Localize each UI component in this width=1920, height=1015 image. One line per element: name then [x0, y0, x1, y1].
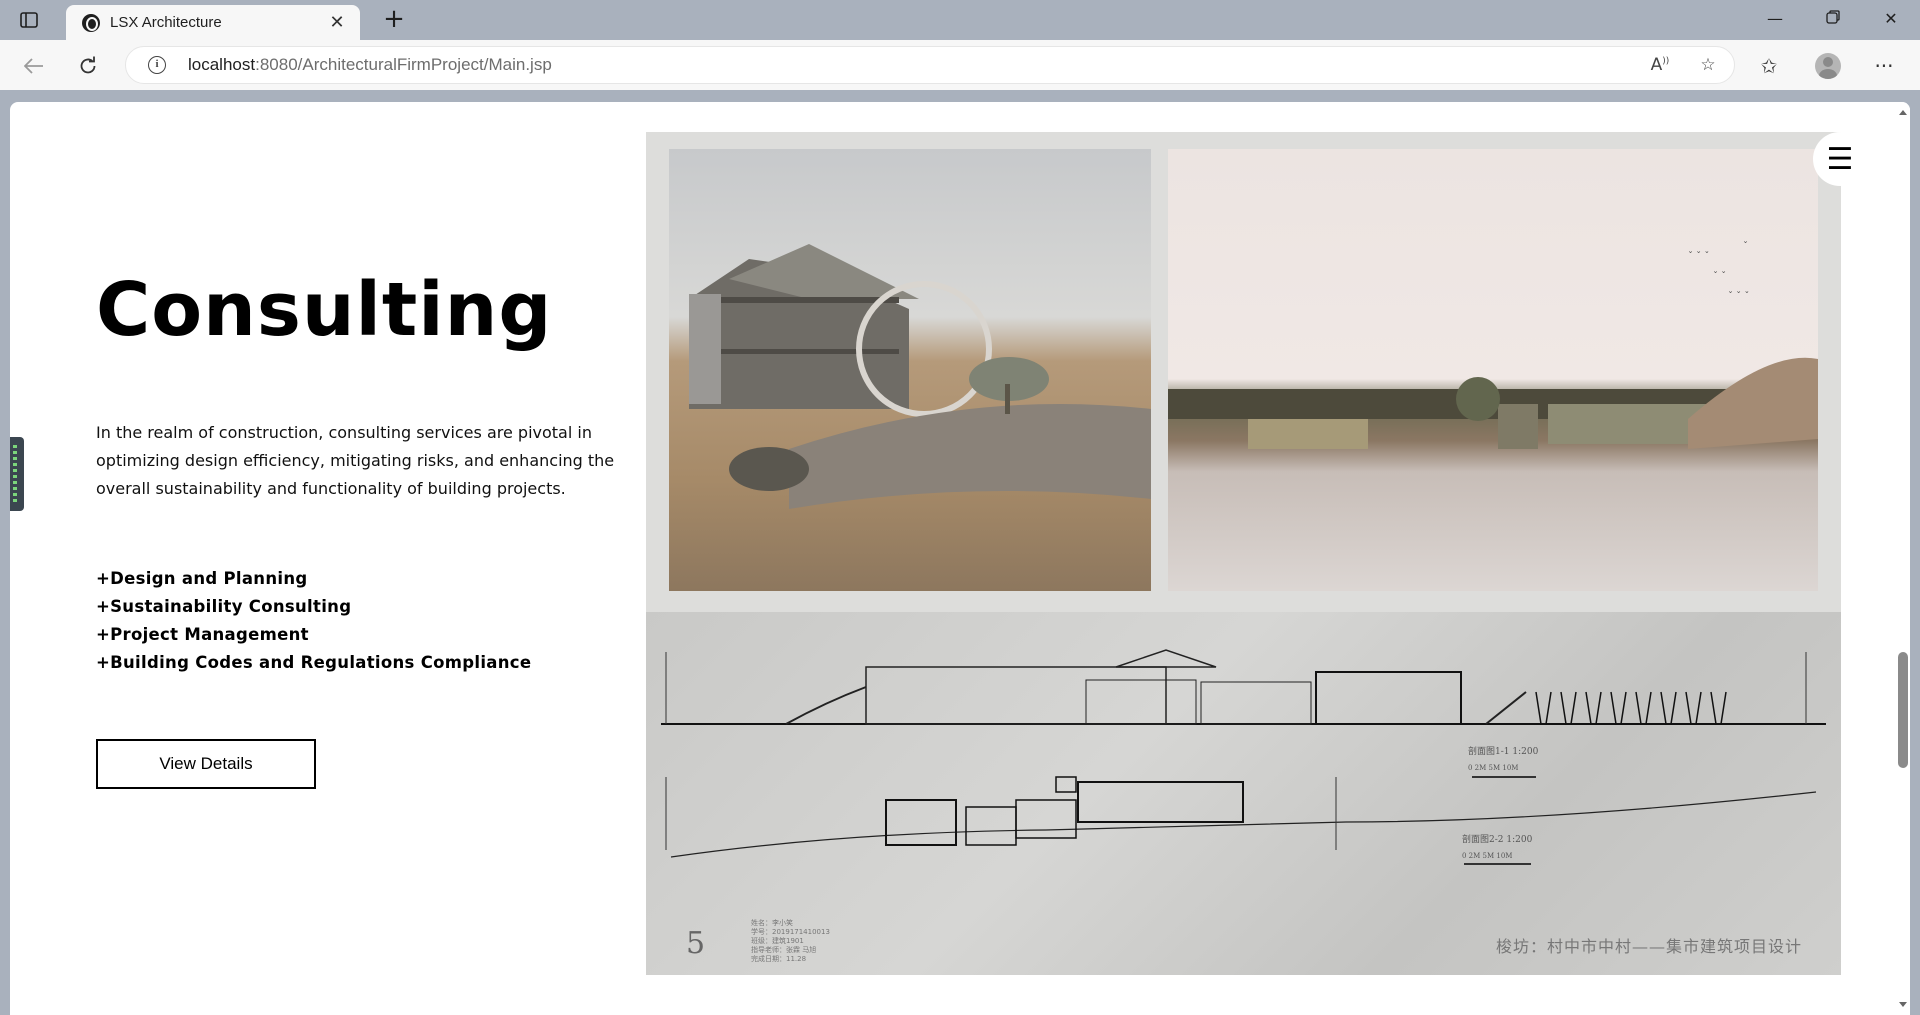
architecture-board-image: ˇ ˇ ˇ ˇ ˇ ˇ ˇ ˇ ˇ 剖面图1-1 1:200 0 2M 5M 1… — [646, 132, 1841, 975]
section-label-2: 剖面图2-2 1:200 — [1462, 835, 1533, 845]
read-aloud-icon[interactable]: A)) — [1648, 55, 1672, 77]
service-item: +Project Management — [96, 625, 309, 644]
page-viewport: Consulting In the realm of construction,… — [10, 102, 1910, 1015]
profile-icon[interactable] — [1815, 53, 1841, 79]
restore-icon[interactable] — [1810, 4, 1856, 34]
section-description: In the realm of construction, consulting… — [96, 423, 615, 498]
scale-ticks-2: 0 2M 5M 10M — [1462, 852, 1513, 860]
active-tab[interactable]: LSX Architecture ✕ — [66, 5, 360, 40]
scroll-thumb[interactable] — [1898, 652, 1908, 768]
add-favorite-icon[interactable]: ☆ — [1696, 55, 1720, 77]
browser-toolbar: i localhost:8080/ArchitecturalFirmProjec… — [0, 40, 1920, 90]
tab-actions-icon[interactable] — [14, 8, 44, 32]
service-item: +Sustainability Consulting — [96, 597, 352, 616]
new-tab-icon[interactable]: + — [380, 6, 408, 34]
board-meta-block: 姓名：李小笑 学号：2019171410013 班级：建筑1901 指导老师：张… — [751, 919, 841, 964]
meta-line: 班级：建筑1901 — [751, 937, 804, 945]
url-host: localhost — [188, 55, 256, 74]
meta-line: 学号：2019171410013 — [751, 928, 830, 936]
reload-icon[interactable] — [72, 50, 104, 82]
board-title: 梭坊：村中市中村——集市建筑项目设计 — [1496, 937, 1803, 956]
more-icon[interactable]: ··· — [1868, 50, 1900, 82]
tab-bar: LSX Architecture ✕ + — ✕ — [0, 0, 1920, 40]
window-close-icon[interactable]: ✕ — [1868, 4, 1914, 34]
board-page-number: 5 — [686, 926, 706, 961]
meta-line: 指导老师：张霖 马旭 — [751, 946, 817, 954]
favicon-icon — [82, 13, 100, 32]
view-details-button[interactable]: View Details — [96, 739, 316, 789]
side-panel-handle[interactable] — [10, 437, 24, 511]
hamburger-icon[interactable]: ☰ — [1813, 132, 1867, 186]
url-path: :8080/ArchitecturalFirmProject/Main.jsp — [255, 55, 552, 74]
close-icon[interactable]: ✕ — [326, 12, 348, 33]
tab-title: LSX Architecture — [110, 14, 222, 31]
scroll-down-icon[interactable] — [1899, 1002, 1907, 1007]
meta-line: 完成日期：11.28 — [751, 955, 807, 963]
services-list: +Design and Planning +Sustainability Con… — [96, 565, 531, 677]
page-scrollbar[interactable] — [1896, 102, 1910, 1015]
scroll-up-icon[interactable] — [1899, 110, 1907, 115]
url-text[interactable]: localhost:8080/ArchitecturalFirmProject/… — [188, 55, 552, 75]
section-label-1: 剖面图1-1 1:200 — [1468, 747, 1539, 757]
favorites-icon[interactable]: ✩ — [1753, 50, 1785, 82]
section-drawings — [661, 649, 1826, 865]
info-icon[interactable]: i — [148, 56, 166, 74]
address-bar[interactable]: i localhost:8080/ArchitecturalFirmProjec… — [125, 46, 1735, 84]
minimize-icon[interactable]: — — [1752, 4, 1798, 34]
service-item: +Building Codes and Regulations Complian… — [96, 653, 532, 672]
section-title: Consulting — [96, 267, 553, 353]
scale-ticks-1: 0 2M 5M 10M — [1468, 764, 1519, 772]
service-item: +Design and Planning — [96, 569, 308, 588]
meta-line: 姓名：李小笑 — [751, 919, 793, 927]
back-icon[interactable] — [18, 50, 50, 82]
